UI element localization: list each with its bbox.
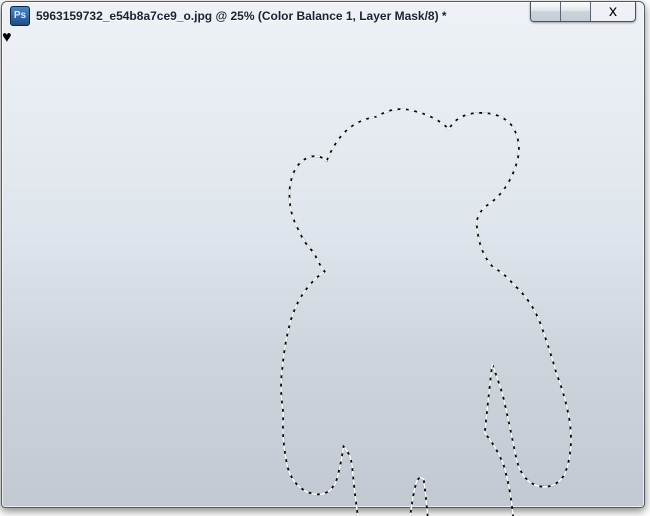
photoshop-app-icon: Ps (10, 5, 30, 26)
close-icon: x (609, 2, 617, 20)
marching-ants-selection (280, 108, 572, 516)
document-frame: ♥ (2, 29, 644, 516)
window-controls: x (530, 2, 636, 22)
image-canvas[interactable]: ♥ (2, 29, 644, 516)
title-bar[interactable]: Ps 5963159732_e54b8a7ce9_o.jpg @ 25% (Co… (2, 2, 644, 29)
close-button[interactable]: x (590, 2, 635, 21)
heart-logo: ♥ (2, 29, 12, 46)
page: Ps 5963159732_e54b8a7ce9_o.jpg @ 25% (Co… (0, 0, 650, 516)
photoshop-document-window: Ps 5963159732_e54b8a7ce9_o.jpg @ 25% (Co… (1, 1, 645, 516)
minimize-button[interactable] (531, 2, 560, 21)
restore-button[interactable] (560, 2, 590, 21)
